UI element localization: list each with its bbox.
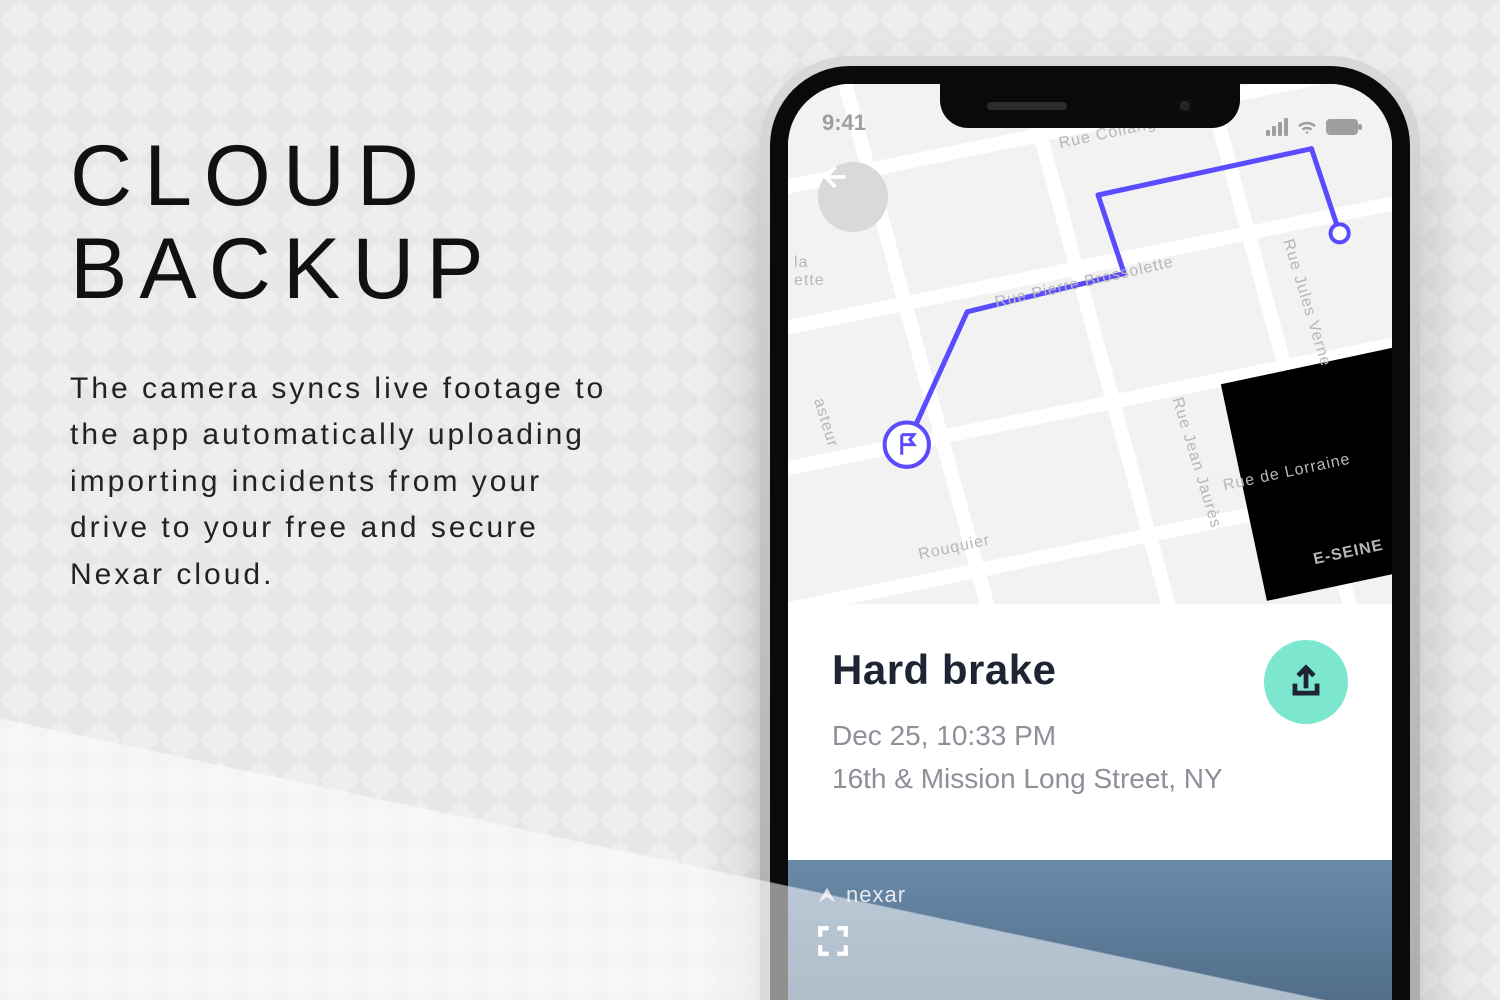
wifi-icon [1296, 119, 1318, 135]
street-label: la ette [794, 254, 825, 290]
expand-button[interactable] [816, 924, 850, 958]
phone-notch [940, 84, 1240, 128]
incident-time: Dec 25, 10:33 PM [832, 714, 1348, 757]
status-time: 9:41 [822, 110, 866, 136]
share-icon [1287, 663, 1325, 701]
body-text: The camera syncs live footage to the app… [70, 366, 610, 599]
cellular-icon [1266, 118, 1288, 136]
share-button[interactable] [1264, 640, 1348, 724]
nexar-logo-icon [816, 884, 838, 906]
trip-map[interactable]: Rue Collange Rue Pierre Brossolette Rue … [788, 84, 1392, 604]
marketing-copy: CLOUD BACKUP The camera syncs live foota… [70, 130, 610, 598]
arrow-left-icon [818, 162, 848, 192]
phone-frame: 9:41 [760, 56, 1420, 1000]
headline: CLOUD BACKUP [70, 130, 610, 316]
back-button[interactable] [818, 162, 888, 232]
battery-icon [1326, 119, 1358, 135]
phone-screen: 9:41 [788, 84, 1392, 1000]
footage-preview[interactable]: nexar [788, 860, 1392, 1000]
incident-card: Hard brake Dec 25, 10:33 PM 16th & Missi… [788, 604, 1392, 847]
incident-location: 16th & Mission Long Street, NY [832, 757, 1348, 800]
expand-icon [816, 924, 850, 958]
footage-brand: nexar [816, 882, 906, 908]
